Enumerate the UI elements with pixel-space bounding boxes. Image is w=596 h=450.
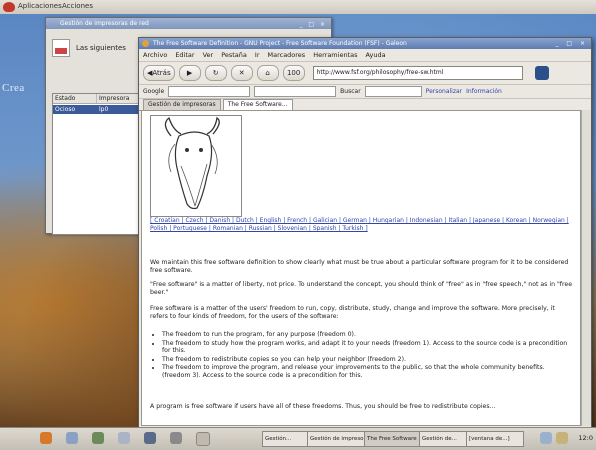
find-label: Buscar bbox=[340, 88, 361, 95]
task-button-3[interactable]: The Free Software bbox=[364, 431, 422, 447]
workspace-switcher-icon[interactable] bbox=[196, 432, 210, 446]
printer-list[interactable]: Estado Impresora Ocioso lp0 bbox=[52, 93, 142, 235]
mail-icon[interactable] bbox=[144, 432, 156, 444]
bottom-taskbar: Gestión... Gestión de impresoras The Fre… bbox=[0, 427, 596, 450]
printer-icon bbox=[52, 39, 70, 57]
gnome-foot-icon[interactable] bbox=[3, 2, 15, 12]
menu-pestana[interactable]: Pestaña bbox=[221, 51, 247, 59]
printer-window-titlebar[interactable]: Gestión de impresoras de red _ □ × bbox=[46, 18, 331, 29]
freedom-item-2: The freedom to redistribute copies so yo… bbox=[162, 356, 572, 364]
vertical-scrollbar[interactable] bbox=[581, 110, 591, 426]
printer-header-text: Las siguientes bbox=[76, 44, 126, 52]
printer-name-cell: lp0 bbox=[99, 106, 109, 113]
freedom-item-3: The freedom to improve the program, and … bbox=[162, 364, 572, 379]
menu-aplicaciones[interactable]: Aplicaciones bbox=[18, 2, 62, 10]
tab-free-software[interactable]: The Free Software... bbox=[222, 99, 293, 110]
freedom-item-0: The freedom to run the program, for any … bbox=[162, 331, 572, 339]
gnu-head-image bbox=[150, 115, 242, 217]
outro-paragraph: A program is free software if users have… bbox=[150, 403, 496, 410]
page-content: [ Croatian | Czech | Danish | Dutch | En… bbox=[141, 110, 581, 426]
secondary-search-input[interactable] bbox=[254, 86, 337, 97]
zoom-spinner[interactable]: 100 bbox=[282, 65, 305, 81]
free-speech-paragraph: "Free software" is a matter of liberty, … bbox=[150, 281, 573, 296]
clock[interactable]: 12:0 bbox=[578, 434, 593, 442]
menu-ver[interactable]: Ver bbox=[203, 51, 214, 59]
home-button[interactable]: ⌂ bbox=[256, 65, 279, 81]
task-button-1[interactable]: Gestión... bbox=[262, 431, 310, 447]
freedom-item-1: The freedom to study how the program wor… bbox=[162, 340, 572, 355]
browser-window[interactable]: The Free Software Definition - GNU Proje… bbox=[138, 37, 592, 429]
forward-arrow-icon: ▶ bbox=[186, 69, 193, 77]
google-search-input[interactable] bbox=[168, 86, 251, 97]
toolbar-link-1[interactable]: Personalizar bbox=[426, 88, 462, 95]
url-input[interactable]: http://www.fsf.org/philosophy/free-sw.ht… bbox=[312, 66, 523, 80]
task-button-2[interactable]: Gestión de impresoras bbox=[307, 431, 367, 447]
language-links[interactable]: [ Croatian | Czech | Danish | Dutch | En… bbox=[150, 217, 574, 233]
printer-header: Las siguientes bbox=[52, 39, 126, 57]
tray-icon[interactable] bbox=[556, 432, 568, 444]
gnome-menu-icon[interactable] bbox=[40, 432, 52, 444]
printer-window-title: Gestión de impresoras de red bbox=[60, 20, 149, 27]
home-icon: ⌂ bbox=[265, 69, 270, 77]
find-input[interactable] bbox=[364, 86, 422, 97]
browser-launcher-icon[interactable] bbox=[118, 432, 130, 444]
menu-acciones[interactable]: Acciones bbox=[62, 2, 93, 10]
google-label: Google bbox=[143, 88, 165, 95]
galeon-icon bbox=[142, 40, 149, 47]
browser-title: The Free Software Definition - GNU Proje… bbox=[153, 40, 407, 47]
intro-paragraph: We maintain this free software definitio… bbox=[150, 259, 569, 274]
search-toolbar: Google Buscar Personalizar Información bbox=[139, 85, 591, 99]
menu-marcadores[interactable]: Marcadores bbox=[268, 51, 306, 59]
browser-window-controls-icon[interactable]: _ □ × bbox=[555, 38, 588, 49]
menu-archivo[interactable]: Archivo bbox=[143, 51, 167, 59]
browser-menubar: Archivo Editar Ver Pestaña Ir Marcadores… bbox=[139, 49, 591, 62]
stop-icon: ✕ bbox=[238, 69, 245, 77]
column-header-impresora[interactable]: Impresora bbox=[97, 94, 141, 103]
task-button-5[interactable]: [ventana de...] bbox=[466, 431, 524, 447]
terminal-icon[interactable] bbox=[92, 432, 104, 444]
desktop-label: Crea bbox=[2, 82, 25, 94]
office-icon[interactable] bbox=[170, 432, 182, 444]
tab-printers[interactable]: Gestión de impresoras bbox=[143, 99, 221, 110]
menu-ayuda[interactable]: Ayuda bbox=[365, 51, 385, 59]
menu-ir[interactable]: Ir bbox=[255, 51, 260, 59]
menu-herramientas[interactable]: Herramientas bbox=[313, 51, 357, 59]
toolbar-link-2[interactable]: Información bbox=[466, 88, 502, 95]
top-panel: Aplicaciones Acciones bbox=[0, 0, 596, 15]
column-header-estado[interactable]: Estado bbox=[53, 94, 97, 103]
menu-editar[interactable]: Editar bbox=[175, 51, 194, 59]
freedoms-list: The freedom to run the program, for any … bbox=[150, 331, 572, 381]
navigation-toolbar: ◀ Atrás ▶ ↻ ✕ ⌂ 100 http://www.fsf.org/p… bbox=[139, 62, 591, 85]
browser-titlebar[interactable]: The Free Software Definition - GNU Proje… bbox=[139, 38, 591, 49]
freedom-intro-paragraph: Free software is a matter of the users' … bbox=[150, 305, 555, 320]
reload-icon: ↻ bbox=[212, 69, 219, 77]
back-button[interactable]: ◀ Atrás bbox=[143, 65, 175, 81]
task-button-4[interactable]: Gestión de... bbox=[419, 431, 469, 447]
forward-button[interactable]: ▶ bbox=[178, 65, 201, 81]
printer-row[interactable]: Ocioso lp0 bbox=[53, 105, 141, 114]
home-folder-icon[interactable] bbox=[66, 432, 78, 444]
stop-button[interactable]: ✕ bbox=[230, 65, 253, 81]
gnu-head-icon bbox=[164, 116, 220, 210]
printer-status-cell: Ocioso bbox=[55, 106, 76, 113]
reload-button[interactable]: ↻ bbox=[204, 65, 227, 81]
go-button[interactable] bbox=[534, 66, 549, 80]
network-icon[interactable] bbox=[540, 432, 552, 444]
